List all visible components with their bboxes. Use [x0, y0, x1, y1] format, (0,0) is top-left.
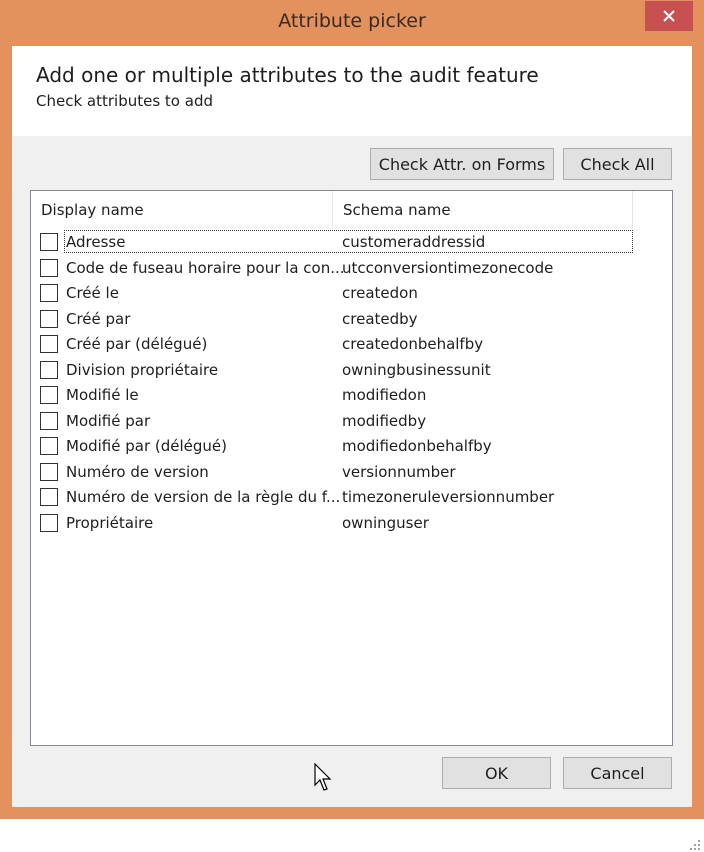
display-name-cell: Numéro de version de la règle du f... — [66, 488, 341, 506]
list-header: Display name Schema name — [31, 191, 672, 229]
row-checkbox[interactable] — [40, 309, 58, 328]
attribute-picker-window: Attribute picker Add one or multiple att… — [0, 0, 704, 850]
mouse-cursor-icon — [314, 763, 332, 791]
schema-name-cell: createdon — [342, 284, 418, 302]
schema-name-cell: customeraddressid — [342, 233, 486, 251]
check-attr-on-forms-button[interactable]: Check Attr. on Forms — [370, 148, 554, 180]
cancel-button[interactable]: Cancel — [563, 757, 672, 789]
schema-name-cell: owningbusinessunit — [342, 360, 491, 379]
list-item[interactable]: Créé le createdon — [31, 280, 672, 306]
row-checkbox[interactable] — [40, 233, 58, 251]
display-name-cell: Créé le — [66, 284, 119, 302]
header-subtitle: Check attributes to add — [36, 92, 213, 110]
display-name-cell: Adresse — [66, 233, 126, 251]
list-item[interactable]: Créé par createdby — [31, 306, 672, 332]
ok-button[interactable]: OK — [442, 757, 551, 789]
list-item[interactable]: Adresse customeraddressid — [31, 229, 672, 255]
header-title: Add one or multiple attributes to the au… — [36, 63, 539, 87]
list-item[interactable]: Division propriétaire owningbusinessunit — [31, 357, 672, 383]
check-all-button[interactable]: Check All — [563, 148, 672, 180]
schema-name-cell: modifiedon — [342, 386, 427, 404]
schema-name-cell: createdby — [342, 309, 418, 328]
list-item[interactable]: Créé par (délégué) createdonbehalfby — [31, 331, 672, 357]
column-header-schema-name[interactable]: Schema name — [333, 191, 633, 229]
display-name-cell: Modifié par — [66, 411, 151, 430]
row-checkbox[interactable] — [40, 360, 58, 379]
row-checkbox[interactable] — [40, 335, 58, 353]
attribute-list[interactable]: Display name Schema name Adresse custome… — [30, 190, 673, 746]
schema-name-cell: utcconversiontimezonecode — [342, 258, 554, 277]
title-bar[interactable]: Attribute picker — [0, 0, 704, 46]
resize-grip-icon[interactable] — [688, 838, 702, 852]
display-name-cell: Numéro de version — [66, 462, 209, 481]
dialog-client-area: Add one or multiple attributes to the au… — [12, 46, 700, 850]
window-title: Attribute picker — [278, 10, 426, 32]
display-name-cell: Modifié le — [66, 386, 139, 404]
display-name-cell: Division propriétaire — [66, 360, 219, 379]
display-name-cell: Créé par — [66, 309, 131, 328]
schema-name-cell: owninguser — [342, 513, 429, 532]
list-item[interactable]: Modifié le modifiedon — [31, 382, 672, 408]
list-item[interactable]: Numéro de version de la règle du f... ti… — [31, 484, 672, 510]
schema-name-cell: timezoneruleversionnumber — [342, 488, 555, 506]
list-item[interactable]: Modifié par (délégué) modifiedonbehalfby — [31, 433, 672, 459]
display-name-cell: Créé par (délégué) — [66, 335, 208, 353]
close-button[interactable] — [645, 1, 693, 31]
schema-name-cell: versionnumber — [342, 462, 456, 481]
row-checkbox[interactable] — [40, 513, 58, 532]
column-header-filler — [633, 191, 672, 229]
row-checkbox[interactable] — [40, 386, 58, 404]
list-item[interactable]: Modifié par modifiedby — [31, 408, 672, 434]
display-name-cell: Modifié par (délégué) — [66, 437, 228, 455]
display-name-cell: Propriétaire — [66, 513, 154, 532]
schema-name-cell: modifiedby — [342, 411, 427, 430]
schema-name-cell: createdonbehalfby — [342, 335, 484, 353]
row-checkbox[interactable] — [40, 462, 58, 481]
row-checkbox[interactable] — [40, 258, 58, 277]
list-body: Adresse customeraddressid Code de fuseau… — [31, 229, 672, 535]
schema-name-cell: modifiedonbehalfby — [342, 437, 492, 455]
close-icon — [663, 10, 675, 22]
list-item[interactable]: Numéro de version versionnumber — [31, 459, 672, 485]
list-item[interactable]: Code de fuseau horaire pour la con... ut… — [31, 255, 672, 281]
header-panel: Add one or multiple attributes to the au… — [12, 46, 692, 136]
column-header-display-name[interactable]: Display name — [31, 191, 333, 229]
row-checkbox[interactable] — [40, 437, 58, 455]
list-item[interactable]: Propriétaire owninguser — [31, 510, 672, 536]
row-checkbox[interactable] — [40, 488, 58, 506]
display-name-cell: Code de fuseau horaire pour la con... — [66, 258, 345, 277]
row-checkbox[interactable] — [40, 284, 58, 302]
row-checkbox[interactable] — [40, 411, 58, 430]
